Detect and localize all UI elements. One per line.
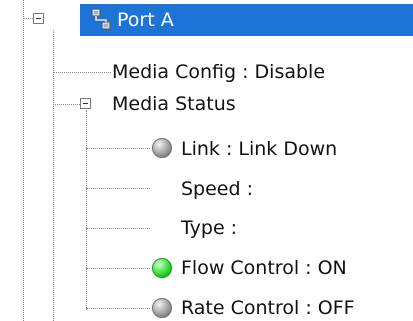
rate-control-label: Rate Control : OFF (181, 297, 355, 319)
collapse-icon[interactable] (80, 98, 91, 109)
media-status-label: Media Status (112, 93, 236, 115)
port-a-label: Port A (117, 9, 174, 31)
tree-node-port-a[interactable]: Port A (0, 0, 413, 36)
tree-view: Port A Media Config : Disable Media Stat… (0, 0, 413, 321)
tree-line-link (86, 148, 150, 149)
tree-line-port-children (53, 30, 54, 321)
media-config-label: Media Config : Disable (112, 61, 326, 83)
tree-line-media-config (53, 72, 111, 73)
gray-status-led-icon (152, 138, 172, 158)
speed-label: Speed : (181, 178, 254, 200)
tree-line-type (86, 228, 150, 229)
tree-line-media-status (53, 104, 80, 105)
type-label: Type : (181, 217, 238, 239)
flow-control-label: Flow Control : ON (181, 257, 347, 279)
tree-line-speed (86, 188, 150, 189)
network-port-icon (91, 8, 111, 30)
link-label: Link : Link Down (181, 138, 338, 160)
tree-line-rate-control (86, 308, 150, 309)
gray-status-led-icon (152, 298, 172, 318)
collapse-icon[interactable] (33, 13, 44, 24)
tree-line-root-vertical (23, 0, 24, 321)
tree-line-flow-control (86, 268, 150, 269)
tree-line-media-status-children (86, 110, 87, 310)
green-status-led-icon (152, 258, 172, 278)
